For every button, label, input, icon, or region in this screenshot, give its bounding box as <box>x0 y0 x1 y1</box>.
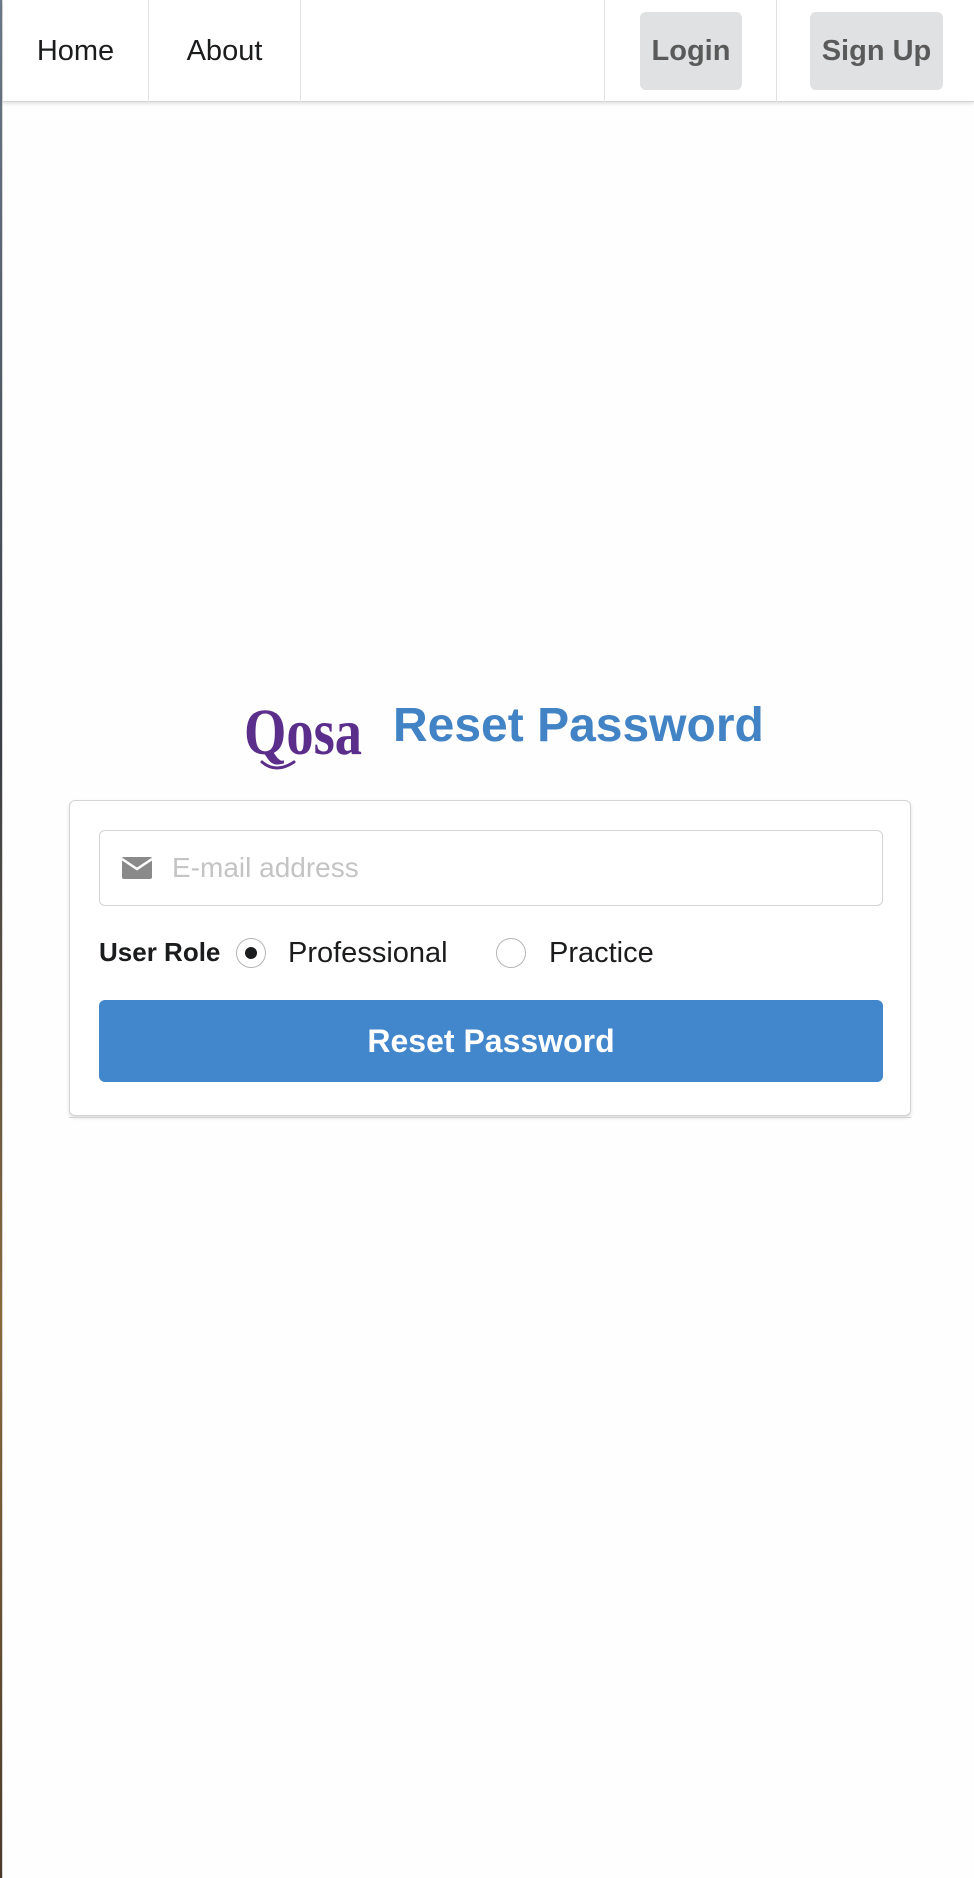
practice-radio-label[interactable]: Practice <box>549 937 654 970</box>
reset-password-form: User Role Professional Practice Reset Pa… <box>69 800 911 1116</box>
menu-divider <box>604 0 605 102</box>
signup-button[interactable]: Sign Up <box>810 12 943 90</box>
menu-divider <box>776 0 777 102</box>
user-role-label: User Role <box>99 937 221 967</box>
email-field[interactable] <box>99 830 883 906</box>
logo-text: Qosa <box>244 696 362 769</box>
page-title: Reset Password <box>393 699 764 752</box>
user-role-group: User Role Professional Practice <box>99 933 883 977</box>
nav-about-link[interactable]: About <box>149 0 301 102</box>
qosa-logo: Qosa <box>244 696 362 770</box>
nav-home-link[interactable]: Home <box>3 0 149 102</box>
professional-radio-label[interactable]: Professional <box>288 937 448 970</box>
email-input[interactable] <box>172 831 872 905</box>
professional-radio[interactable] <box>236 938 266 968</box>
practice-radio[interactable] <box>496 938 526 968</box>
reset-password-button[interactable]: Reset Password <box>99 1000 883 1082</box>
login-button[interactable]: Login <box>640 12 742 90</box>
window-edge-border <box>2 0 3 1878</box>
top-menu: Home About Login Sign Up <box>3 0 974 102</box>
mail-icon <box>122 857 152 879</box>
page: Home About Login Sign Up Qosa Reset Pass… <box>0 0 974 1878</box>
page-header: Qosa Reset Password <box>0 690 974 780</box>
segment-edge <box>69 1114 911 1118</box>
